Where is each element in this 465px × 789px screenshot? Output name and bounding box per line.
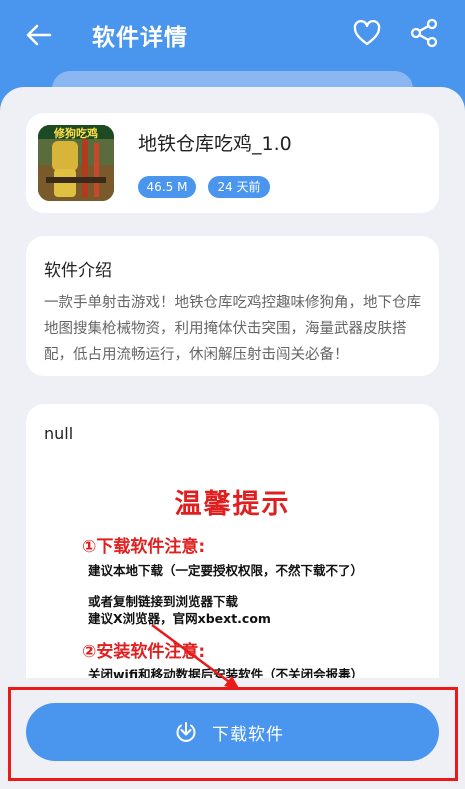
notice-section-download: ①下载软件注意: (82, 537, 206, 557)
highlight-box (8, 687, 458, 781)
app-info-card: 修狗吃鸡 地铁仓库吃鸡_1.0 46.5 M 24 天前 (26, 113, 439, 213)
app-icon: 修狗吃鸡 (38, 125, 114, 201)
heart-icon[interactable] (352, 18, 382, 48)
intro-text: 一款手单射击游戏！地铁仓库吃鸡控趣味修狗角，地下仓库地图搜集枪械物资，利用掩体伏… (44, 295, 421, 363)
notice-heading: 温馨提示 (174, 489, 291, 520)
size-badge: 46.5 M (138, 176, 196, 198)
share-icon[interactable] (408, 17, 440, 49)
notice-line-local-download: 建议本地下载（一定要授权权限，不然下载不了） (88, 563, 364, 578)
back-arrow-icon[interactable] (24, 20, 54, 50)
date-badge: 24 天前 (208, 176, 270, 198)
null-text: null (44, 424, 74, 443)
app-name: 地铁仓库吃鸡_1.0 (138, 133, 292, 155)
intro-card: 软件介绍 一款手单射击游戏！地铁仓库吃鸡控趣味修狗角，地下仓库地图搜集枪械物资，… (26, 236, 439, 376)
notice-section-install: ②安装软件注意: (82, 642, 206, 662)
app-icon-text: 修狗吃鸡 (54, 127, 98, 140)
intro-title: 软件介绍 (44, 261, 112, 281)
notice-line-browser: 建议X浏览器，官网xbext.com (88, 611, 271, 626)
page-title: 软件详情 (92, 25, 188, 51)
notice-card: null 温馨提示 ①下载软件注意: 建议本地下载（一定要授权权限，不然下载不了… (26, 404, 439, 704)
top-bar: 软件详情 (0, 0, 465, 70)
